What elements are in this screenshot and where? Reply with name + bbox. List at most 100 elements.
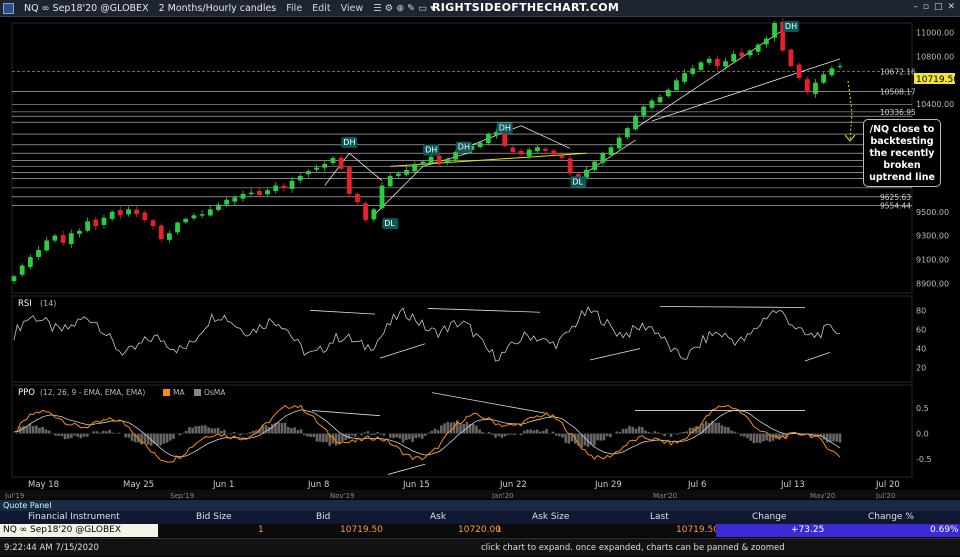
osma-bar [348, 434, 351, 439]
menu-view[interactable]: View [341, 3, 364, 14]
window-titlebar: NQ ∞ Sep18'20 @GLOBEX 2 Months/Hourly ca… [0, 0, 960, 17]
osma-bar [48, 430, 51, 433]
osma-bar [277, 422, 280, 433]
candle-body [813, 83, 818, 94]
col-ask-size[interactable]: Ask Size [532, 512, 569, 522]
candle-body [838, 66, 843, 67]
col-change-pct[interactable]: Change % [868, 512, 914, 522]
osma-bar [169, 434, 172, 441]
osma-bar [443, 423, 446, 433]
brand-logo: RIGHTSIDEOFTHECHART.COM [432, 1, 619, 14]
candle-body [764, 39, 769, 45]
osma-bar [631, 427, 634, 434]
candle-body [183, 219, 188, 222]
candle-body [715, 59, 720, 66]
candle-body [85, 221, 90, 230]
osma-bar [749, 434, 752, 441]
osma-bar [204, 425, 207, 433]
marker-label: DH [458, 143, 470, 152]
candle-body [478, 142, 483, 147]
osma-bar [163, 434, 166, 444]
candle-body [118, 210, 123, 215]
osma-bar [194, 426, 197, 433]
osma-bar [753, 434, 756, 444]
osma-bar [54, 434, 57, 436]
overview-strip[interactable]: Jul'19Sep'19Nov'19Jan'20Mar'20May'20Jul'… [0, 490, 960, 499]
candle-body [486, 134, 491, 143]
col-instrument[interactable]: Financial Instrument [28, 512, 120, 522]
cell-bid: 10719.50 [340, 525, 383, 535]
candle-body [789, 50, 794, 66]
timeframe-selector[interactable]: 2 Months/Hourly candles [159, 3, 277, 14]
col-last[interactable]: Last [650, 512, 669, 522]
osma-bar [411, 434, 414, 442]
col-ask[interactable]: Ask [430, 512, 446, 522]
candle-body [731, 54, 736, 61]
symbol-title[interactable]: NQ ∞ Sep18'20 @GLOBEX [24, 3, 149, 14]
minimize-icon[interactable]: – [913, 2, 918, 12]
candle-body [404, 170, 409, 175]
osma-bar [41, 427, 44, 434]
osma-bar [70, 434, 73, 438]
pin-icon[interactable]: ▫ [923, 2, 929, 12]
osma-bar [325, 434, 328, 443]
osma-bar [383, 434, 386, 436]
osma-bar [201, 426, 204, 434]
osma-bar [399, 434, 402, 439]
rsi-panel[interactable]: RSI (14) 20406080 [12, 296, 926, 382]
osma-bar [746, 434, 749, 439]
osma-bar [494, 434, 497, 438]
candle-body [617, 138, 622, 149]
status-message: click chart to expand. once expanded, ch… [481, 539, 785, 557]
osma-bar [25, 426, 28, 433]
menu-file[interactable]: File [286, 3, 302, 14]
candle-body [421, 162, 426, 165]
candle-body [568, 158, 573, 173]
rsi-tick-label: 20 [916, 364, 926, 373]
osma-bar [64, 434, 67, 440]
osma-bar [507, 434, 510, 435]
candle-body [658, 97, 663, 102]
candle-body [690, 68, 695, 74]
close-icon[interactable]: ✕ [947, 2, 955, 12]
osma-bar [223, 430, 226, 434]
osma-bar [415, 434, 418, 439]
osma-bar [185, 431, 188, 434]
toolbar-icons[interactable]: ☰ ⚙ ⊕ ✎ ▭ ▾ [373, 3, 435, 14]
candle-body [77, 231, 82, 234]
marker-label: DL [384, 219, 395, 228]
quote-row[interactable]: NQ ∞ Sep18'20 @GLOBEX 1 10719.50 10720.0… [0, 524, 960, 537]
date-tick-label: May 25 [123, 480, 154, 490]
osma-bar [284, 423, 287, 434]
candle-body [306, 171, 311, 174]
osma-bar [552, 432, 555, 434]
candle-body [241, 194, 246, 199]
osma-bar [462, 424, 465, 434]
candle-body [249, 193, 254, 194]
rsi-tick-label: 40 [916, 345, 926, 354]
chart-area[interactable]: DHDLDHDHDHDLDH 8900.009100.009300.009500… [0, 17, 960, 499]
col-bid[interactable]: Bid [316, 512, 330, 522]
osma-bar [217, 428, 220, 434]
price-panel[interactable]: DHDLDHDHDHDLDH 8900.009100.009300.009500… [12, 18, 960, 293]
col-bid-size[interactable]: Bid Size [196, 512, 232, 522]
osma-bar [242, 434, 245, 435]
osma-bar [246, 434, 249, 435]
osma-bar [561, 434, 564, 438]
menu-edit[interactable]: Edit [312, 3, 330, 14]
maximize-icon[interactable]: □ [934, 2, 943, 12]
ppo-panel[interactable]: PPO (12, 26, 9 - EMA, EMA, EMA) MA OsMA … [12, 385, 932, 477]
osma-bar [430, 431, 433, 434]
osma-bar [686, 431, 689, 433]
osma-bar [593, 434, 596, 446]
col-change[interactable]: Change [752, 512, 786, 522]
overview-label: Sep'19 [170, 492, 194, 499]
candle-body [20, 266, 25, 275]
marker-label: DH [343, 138, 355, 147]
annotation-line: /NQ close to [864, 124, 940, 136]
overview-label: Mar'20 [653, 492, 677, 499]
osma-bar [147, 434, 150, 445]
osma-bar [306, 434, 309, 437]
status-time: 9:22:44 AM 7/15/2020 [4, 539, 99, 557]
osma-bar [92, 431, 95, 433]
